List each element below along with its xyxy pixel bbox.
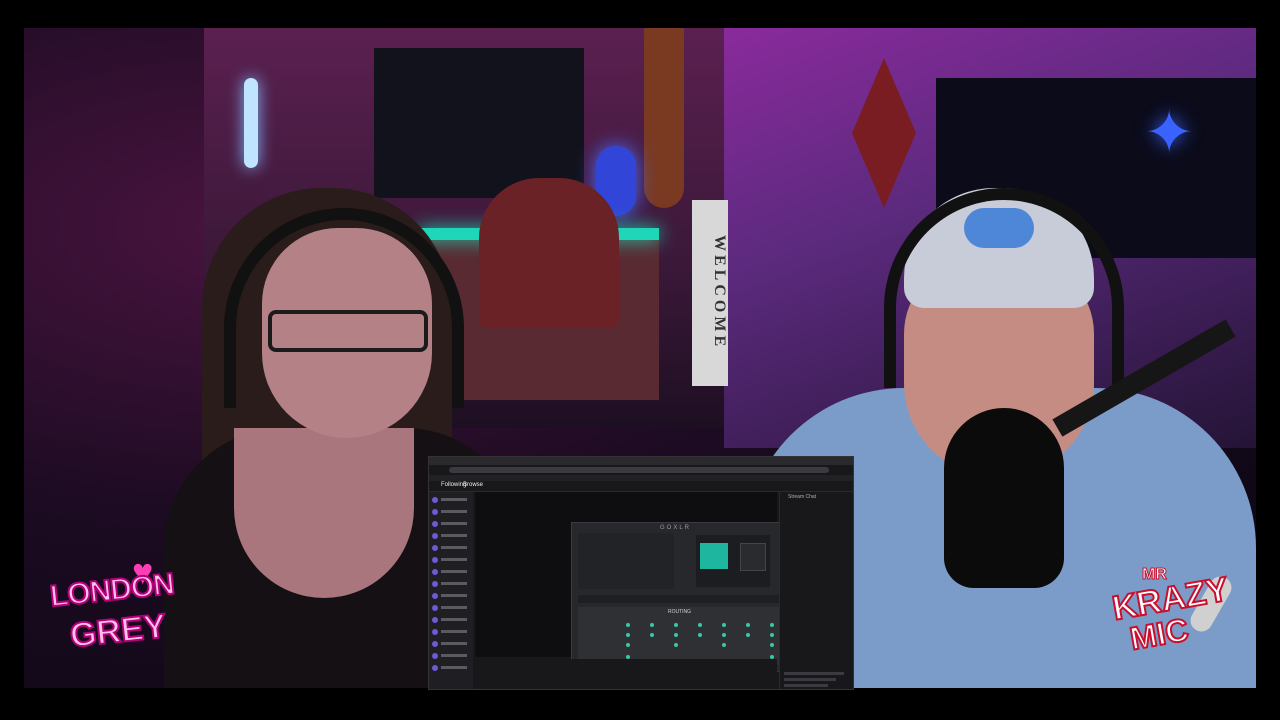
nav-browse: Browse — [463, 482, 484, 488]
chat-header: Stream Chat — [788, 494, 817, 500]
mixer-device-preview — [696, 535, 770, 587]
goxlr-app-window: GOXLR ROUTING — [571, 522, 791, 672]
bar-stool — [479, 178, 619, 328]
video-player: GOXLR ROUTING — [475, 492, 791, 672]
mr-krazy-mic-logo: MR KRAZY MIC — [1100, 566, 1240, 666]
london-grey-logo: ♥ LONDON GREY — [48, 551, 177, 656]
neon-sign-right: ✦ — [1144, 99, 1195, 166]
profile-panel — [578, 533, 674, 589]
routing-title: ROUTING — [668, 609, 692, 615]
mixer-faders — [700, 543, 728, 569]
app-logo: GOXLR — [660, 525, 692, 531]
channel-sidebar — [429, 492, 473, 689]
guitar — [644, 28, 684, 208]
browser-tabs — [429, 457, 853, 465]
welcome-sign: WELCOME — [692, 200, 728, 386]
browser-url-bar — [449, 467, 829, 473]
app-nav-row — [578, 595, 784, 603]
mixer-display — [740, 543, 766, 571]
microphone — [944, 408, 1064, 588]
shared-screen-browser: Following Browse GOXLR ROUTING Stream Ch… — [428, 456, 854, 690]
stream-info — [475, 659, 777, 689]
routing-table: ROUTING — [578, 607, 784, 665]
window-curtain — [374, 48, 584, 198]
neon-sign-left — [244, 78, 258, 168]
stream-chat: Stream Chat — [779, 492, 853, 689]
twitch-topnav: Following Browse — [429, 481, 853, 492]
